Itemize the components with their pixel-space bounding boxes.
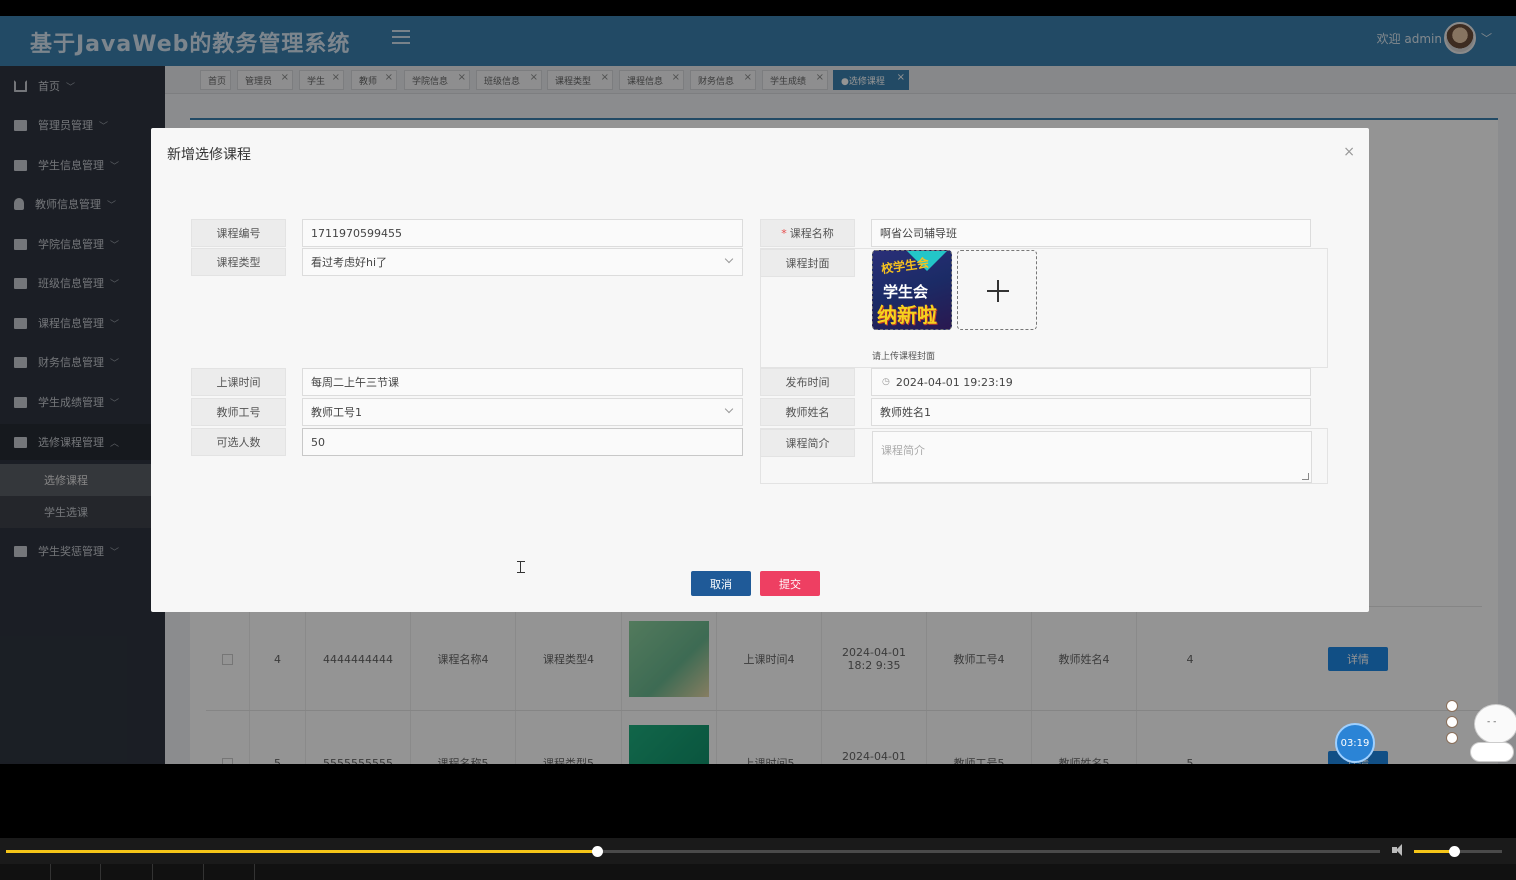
player-controls-strip — [0, 864, 1516, 880]
dialog-title: 新增选修课程 — [167, 147, 251, 163]
divider — [254, 864, 255, 880]
divider — [203, 864, 204, 880]
input-value: 2024-04-01 19:23:19 — [895, 375, 1013, 389]
input-value: 啊省公司辅导班 — [880, 227, 957, 240]
close-icon[interactable]: × — [1343, 144, 1355, 160]
label-text: 课程名称 — [789, 227, 834, 240]
field-label: 课程简介 — [760, 429, 855, 457]
class-time-input[interactable]: 每周二上午三节课 — [302, 368, 743, 396]
publish-time-row: 发布时间 ◷ 2024-04-01 19:23:19 — [760, 368, 1328, 396]
divider — [152, 864, 153, 880]
teacher-no-row: 教师工号 教师工号1 — [191, 398, 743, 426]
course-type-row: 课程类型 看过考虑好hi了 — [191, 248, 743, 276]
field-label: 发布时间 — [760, 368, 855, 396]
add-elective-dialog: 新增选修课程 × 课程编号 1711970599455 * 课程名称 啊省公司辅导… — [151, 128, 1369, 612]
settings-icon[interactable] — [1446, 732, 1458, 744]
field-label: * 课程名称 — [760, 219, 855, 247]
publish-time-picker[interactable]: ◷ 2024-04-01 19:23:19 — [871, 368, 1311, 396]
textarea-placeholder: 课程简介 — [881, 444, 925, 457]
clock-icon: ◷ — [882, 377, 890, 387]
volume-slider[interactable] — [1414, 846, 1502, 857]
capacity-row: 可选人数 50 — [191, 428, 743, 456]
volume-level — [1414, 850, 1454, 853]
cover-hint: 请上传课程封面 — [872, 352, 936, 362]
required-mark: * — [781, 226, 787, 240]
teacher-name-row: 教师姓名 教师姓名1 — [760, 398, 1328, 426]
divider — [100, 864, 101, 880]
course-name-input[interactable]: 啊省公司辅导班 — [871, 219, 1311, 247]
field-label: 上课时间 — [191, 368, 286, 396]
text-cursor-icon — [517, 561, 526, 573]
field-label: 课程编号 — [191, 219, 286, 247]
intro-textarea[interactable]: 课程简介 — [872, 431, 1312, 483]
input-value: 50 — [311, 435, 325, 449]
plus-icon — [997, 280, 999, 302]
submit-button[interactable]: 提交 — [760, 571, 820, 596]
app-window: 基于JavaWeb的教务管理系统 欢迎 admin ﹀ 首页 ﹀ 管理员管理 ﹀ 学… — [0, 16, 1516, 764]
class-time-row: 上课时间 每周二上午三节课 — [191, 368, 743, 396]
mascot-body — [1470, 742, 1514, 762]
input-value: 每周二上午三节课 — [311, 376, 399, 389]
input-value: 1711970599455 — [311, 226, 402, 240]
chevron-down-icon — [724, 254, 734, 264]
field-label: 教师工号 — [191, 398, 286, 426]
language-icon[interactable] — [1446, 716, 1458, 728]
seek-bar[interactable] — [6, 846, 1380, 857]
cover-image-text: 纳新啦 — [877, 303, 937, 327]
seek-progress — [6, 850, 597, 853]
cover-upload-area: 课程封面 校学生会 学生会 纳新啦 请上传课程封面 — [760, 248, 1328, 368]
intro-row: 课程简介 课程简介 — [760, 428, 1328, 484]
select-value: 教师工号1 — [311, 406, 362, 419]
capacity-input[interactable]: 50 — [302, 428, 743, 456]
field-label: 课程类型 — [191, 248, 286, 276]
cover-image-text: 校学生会 — [880, 255, 930, 277]
seek-handle[interactable] — [591, 846, 603, 857]
input-value: 教师姓名1 — [880, 406, 931, 419]
field-label: 可选人数 — [191, 428, 286, 456]
divider — [50, 864, 51, 880]
help-icon[interactable] — [1446, 700, 1458, 712]
resize-handle-icon[interactable] — [1302, 473, 1309, 480]
course-name-row: * 课程名称 啊省公司辅导班 — [760, 219, 1328, 247]
mascot-widget[interactable] — [1468, 696, 1516, 764]
mascot-face — [1474, 704, 1516, 744]
teacher-no-select[interactable]: 教师工号1 — [302, 398, 743, 426]
course-no-row: 课程编号 1711970599455 — [191, 219, 743, 247]
volume-icon[interactable] — [1392, 844, 1406, 856]
teacher-name-input[interactable]: 教师姓名1 — [871, 398, 1311, 426]
field-label: 教师姓名 — [760, 398, 855, 426]
select-value: 看过考虑好hi了 — [311, 256, 388, 269]
field-label: 课程封面 — [760, 249, 855, 277]
timer-badge[interactable]: 03:19 — [1335, 723, 1375, 763]
cover-image[interactable]: 校学生会 学生会 纳新啦 — [872, 250, 952, 330]
video-player-bar — [0, 838, 1516, 880]
volume-handle[interactable] — [1448, 846, 1460, 857]
course-no-input[interactable]: 1711970599455 — [302, 219, 743, 247]
upload-plus-button[interactable] — [957, 250, 1037, 330]
course-type-select[interactable]: 看过考虑好hi了 — [302, 248, 743, 276]
cancel-button[interactable]: 取消 — [691, 571, 751, 596]
chevron-down-icon — [724, 404, 734, 414]
